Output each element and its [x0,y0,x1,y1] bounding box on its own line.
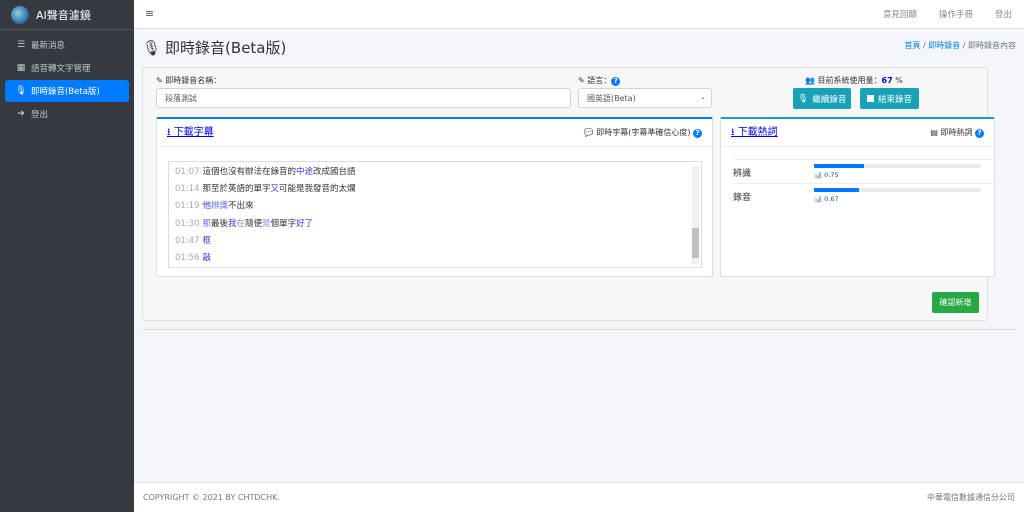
transcript-line: 01:56 敲 [175,250,695,267]
menu-toggle-icon[interactable]: ≡ [145,7,154,20]
rss-icon: ☰ [16,40,26,50]
sidebar-item-news[interactable]: ☰ 最新消息 [5,34,129,56]
stop-icon [866,95,874,102]
transcript-word: 那 [202,218,212,229]
transcript-word: 隨便 [245,218,263,229]
sidebar-item-live-recording[interactable]: 🎙 即時錄音(Beta版) [5,80,129,102]
timestamp: 01:14 [175,184,200,195]
microphone-icon: 🎙 [142,38,162,57]
sidebar: AI聲音濾鏡 ☰ 最新消息 ▦ 語音轉文字管理 🎙 即時錄音(Beta版) ➜ 登出 [0,0,134,512]
grid-icon: ▦ [16,63,26,73]
transcript-word: 那至於英語的單字 [202,184,271,195]
usage-value: 67 [881,76,893,85]
transcript-line: 01:19 他辨識不出來 [175,198,695,215]
feedback-link[interactable]: 意見回饋 [883,8,917,20]
help-icon: ? [611,77,621,86]
transcript-word: 他 [202,201,212,212]
subtitles-panel: ⭳ 下載字幕 💬 即時字幕(字幕準確信心度) ? 01:07 這個也沒有辦法在錄音的… [156,117,713,277]
stop-recording-button[interactable]: 結束錄音 [860,88,919,109]
page-title-text: 即時錄音(Beta版) [165,39,287,57]
timestamp: 01:07 [175,167,200,177]
sidebar-item-label: 語音轉文字管理 [31,64,91,74]
breadcrumb-home[interactable]: 首頁 [904,41,920,50]
topbar: ≡ 意見回饋 操作手冊 登出 [134,0,1024,29]
hotwords-title: ▤ 即時熱詞 ? [930,127,984,138]
transcript-word: 改成國台語 [313,167,356,177]
hotword-row: 辨識 📊 0.75 [733,159,995,185]
transcript-line: 01:47 框 [175,233,695,250]
microphone-icon: 🎙 [797,93,809,104]
sidebar-item-transcription[interactable]: ▦ 語音轉文字管理 [5,57,129,79]
confidence-score: 📊 0.75 [814,171,839,179]
transcript-word: 可能是我發音的太爛 [279,184,356,195]
transcript-word: 最後 [211,218,229,229]
download-hotwords-link[interactable]: ⭳ 下載熱詞 [731,123,778,142]
transcript-word: 個單字 [270,218,297,229]
divider [142,329,1016,330]
download-subtitles-link[interactable]: ⭳ 下載字幕 [167,123,214,142]
page-title: 🎙 即時錄音(Beta版) [142,37,286,58]
sidebar-item-label: 登出 [31,110,49,120]
transcript-word: 這個也沒有辦法在錄音的 [202,167,297,177]
breadcrumb: 首頁 / 即時錄音 / 即時錄音內容 [904,41,1016,50]
transcript-line: 01:14 那至於英語的單字又可能是我發音的太爛 [175,181,695,198]
transcript-word: 中途 [296,167,314,177]
timestamp: 01:19 [175,201,200,212]
microphone-icon: 🎙 [15,86,27,96]
confidence-bar [814,164,981,168]
copyright: COPYRIGHT © 2021 BY CHTDCHK. [143,493,280,502]
transcript-word: 是 [262,218,271,229]
scrollbar[interactable] [692,166,699,264]
brand-name: AI聲音濾鏡 [36,8,91,22]
usage-label: 👥 目前系統使用量：67 % [805,76,903,85]
language-select[interactable]: 國英語(Beta) ⌄ [578,88,712,108]
hotword-row: 錄音 📊 0.67 [733,183,995,209]
language-label: ✎ 語言：? [578,75,621,86]
recording-name-input[interactable]: 段落測試 [156,88,571,108]
footer: COPYRIGHT © 2021 BY CHTDCHK. 中華電信數據通信分公司 [134,482,1024,512]
logo-icon [11,5,29,24]
transcript-word: 又 [270,184,280,195]
hotword: 辨識 [733,169,752,179]
continue-recording-button[interactable]: 🎙 繼續錄音 [793,88,851,109]
transcript-word: 辨識 [211,201,229,212]
timestamp: 01:47 [175,235,200,246]
transcript-line: 01:07 這個也沒有辦法在錄音的中途改成國台語 [175,164,695,181]
confidence-fill [814,188,860,192]
transcript-word: 敲 [202,252,212,263]
confidence-bar [814,188,981,192]
transcript-word: 我 [228,218,237,229]
timestamp: 01:56 [175,252,200,263]
sidebar-item-logout[interactable]: ➜ 登出 [5,103,129,125]
transcript-word: 在 [236,218,246,229]
hotword: 錄音 [733,193,752,203]
transcript-box[interactable]: 01:07 這個也沒有辦法在錄音的中途改成國台語 01:14 那至於英語的單字又可能是… [168,161,702,268]
confidence-fill [814,164,865,168]
help-icon: ? [975,129,984,138]
breadcrumb-live[interactable]: 即時錄音 [928,41,960,50]
name-label: ✎ 即時錄音名稱： [156,76,222,85]
transcript-word: 框 [202,235,212,246]
manual-link[interactable]: 操作手冊 [939,8,973,20]
transcript-word: 不出來 [228,201,254,212]
transcript-word: 好了 [296,218,314,229]
chevron-down-icon: ⌄ [700,93,706,101]
sidebar-item-label: 即時錄音(Beta版) [31,87,100,97]
logout-link[interactable]: 登出 [995,8,1012,20]
sign-out-icon: ➜ [17,109,25,119]
company-name: 中華電信數據通信分公司 [927,493,1015,502]
transcript-line: 01:30 那最後我在隨便是個單字好了 [175,216,695,233]
confirm-add-button[interactable]: 確認新增 [932,292,979,313]
confidence-score: 📊 0.67 [814,195,839,203]
timestamp: 01:30 [175,218,200,229]
scrollbar-thumb[interactable] [692,228,699,258]
sidebar-item-label: 最新消息 [31,41,66,51]
subtitles-title: 💬 即時字幕(字幕準確信心度) ? [584,127,702,138]
breadcrumb-current: 即時錄音內容 [968,41,1016,50]
help-icon: ? [693,129,702,138]
brand[interactable]: AI聲音濾鏡 [0,0,134,30]
hotwords-panel: ⭳ 下載熱詞 ▤ 即時熱詞 ? 辨識 📊 0.75 錄音 📊 0.67 [720,117,995,277]
recording-card: ✎ 即時錄音名稱： 段落測試 ✎ 語言：? 國英語(Beta) ⌄ 👥 目前系統使… [142,67,995,321]
